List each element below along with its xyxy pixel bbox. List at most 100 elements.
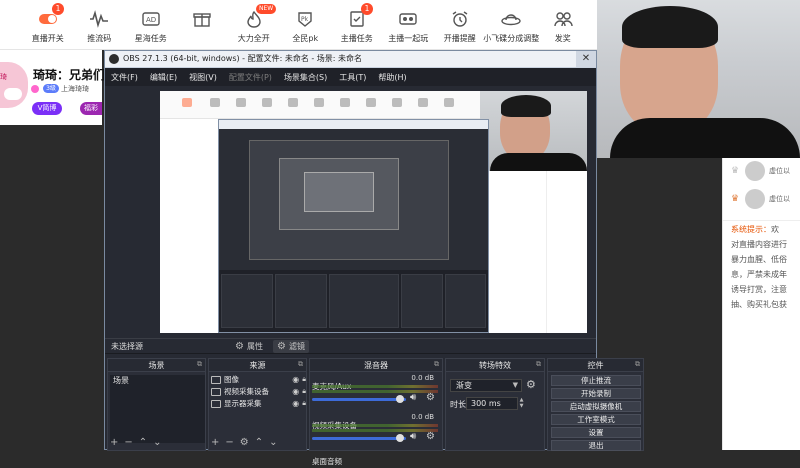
- float-icon[interactable]: ⧉: [197, 360, 202, 369]
- add-icon[interactable]: +: [110, 437, 118, 448]
- speaker-icon[interactable]: 🔊︎: [410, 392, 416, 403]
- speaker-icon[interactable]: 🔊︎: [410, 431, 416, 442]
- obs-window: OBS 27.1.3 (64-bit, windows) - 配置文件: 未命名…: [104, 50, 644, 466]
- start-recording-button[interactable]: 开始录制: [551, 388, 641, 399]
- viewer-row[interactable]: ♛ 虚位以: [731, 186, 800, 212]
- remove-icon[interactable]: −: [124, 437, 132, 448]
- image-icon: [211, 375, 221, 384]
- preview-icon: [418, 98, 428, 107]
- notice-line: 暴力血腥、低俗: [731, 252, 800, 267]
- settings-button[interactable]: 设置: [551, 427, 641, 438]
- source-label: 显示器采集: [224, 399, 262, 408]
- move-down-icon[interactable]: ⌄: [269, 437, 277, 448]
- float-icon[interactable]: ⧉: [434, 360, 439, 369]
- toolbar-item-alarm-clock[interactable]: 开播提醒: [434, 0, 486, 48]
- preview-icon: [210, 98, 220, 107]
- eye-icon[interactable]: ◉: [292, 375, 299, 384]
- notification-badge: 1: [361, 3, 373, 15]
- lock-icon[interactable]: 🔒︎: [302, 399, 306, 408]
- virtual-camera-button[interactable]: 启动虚拟摄像机: [551, 401, 641, 412]
- float-icon[interactable]: ⧉: [298, 360, 303, 369]
- menu-item[interactable]: 编辑(E): [150, 72, 177, 83]
- transition-select[interactable]: 渐变 ▼: [450, 379, 522, 392]
- scene-item[interactable]: 场景: [110, 375, 205, 386]
- toolbar-item-play-together[interactable]: 主播一起玩: [383, 0, 435, 48]
- toolbar-item-pk[interactable]: Pk 全民pk: [280, 0, 332, 48]
- preview-icon: [444, 98, 454, 107]
- dock-title: 来源: [249, 361, 266, 370]
- level-meter: [312, 385, 438, 388]
- toolbar-item-users[interactable]: 发奖: [537, 0, 589, 48]
- preview-icon: [236, 98, 246, 107]
- svg-text:Pk: Pk: [301, 16, 309, 23]
- gear-icon[interactable]: ⚙: [426, 431, 435, 442]
- source-item-display-capture[interactable]: 显示器采集 ◉ 🔒︎: [211, 398, 306, 409]
- float-icon[interactable]: ⧉: [635, 360, 640, 369]
- duration-stepper[interactable]: ▲ ▼: [518, 397, 525, 410]
- volume-knob[interactable]: [396, 434, 404, 442]
- preview-hair: [501, 95, 551, 117]
- filters-button[interactable]: ⚙ 滤镜: [273, 340, 309, 353]
- mixer-channel-video: 视频采集设备 0.0 dB 🔊︎ ⚙: [312, 413, 438, 449]
- remove-icon[interactable]: −: [225, 437, 233, 448]
- duration-label: 时长: [450, 400, 466, 409]
- avatar-tag: 琦: [0, 73, 7, 81]
- sources-dock: 来源 ⧉ 图像 ◉ 🔒︎ 视频采集设备 ◉ 🔒︎ 显示器采集 ◉ 🔒︎ + − …: [208, 358, 307, 451]
- add-icon[interactable]: +: [211, 437, 219, 448]
- volume-slider[interactable]: [312, 398, 406, 401]
- source-item-video-capture[interactable]: 视频采集设备 ◉ 🔒︎: [211, 386, 306, 397]
- anchor-avatar[interactable]: [0, 62, 28, 108]
- gear-icon[interactable]: ⚙: [526, 378, 536, 391]
- menu-item[interactable]: 配置文件(P): [229, 72, 272, 83]
- stop-streaming-button[interactable]: 停止推流: [551, 375, 641, 386]
- toolbar-item-flame[interactable]: 大力全开 NEW: [228, 0, 280, 48]
- gear-icon[interactable]: ⚙: [240, 437, 249, 448]
- lock-icon[interactable]: 🔒︎: [302, 375, 306, 384]
- source-label: 视频采集设备: [224, 387, 269, 396]
- viewer-row[interactable]: ♛ 虚位以: [731, 158, 800, 184]
- toolbar-item-live-toggle[interactable]: 直播开关 1: [22, 0, 74, 48]
- toolbar-label: 开播提醒: [443, 34, 476, 43]
- crown-icon: ♛: [731, 166, 740, 176]
- vip-button[interactable]: V简博: [32, 102, 62, 115]
- filter-icon: ⚙: [277, 341, 286, 352]
- menu-item[interactable]: 工具(T): [339, 72, 366, 83]
- toolbar-item-task-check[interactable]: 主播任务 1: [331, 0, 383, 48]
- source-label: 图像: [224, 375, 239, 384]
- menu-item[interactable]: 视图(V): [189, 72, 217, 83]
- menu-item[interactable]: 文件(F): [111, 72, 138, 83]
- studio-mode-button[interactable]: 工作室模式: [551, 414, 641, 425]
- toolbar-item-ufo[interactable]: 小飞碟分成调整: [483, 0, 539, 48]
- lottery-button[interactable]: 福彩: [80, 102, 102, 115]
- gear-icon[interactable]: ⚙: [426, 392, 435, 403]
- preview-icon: [262, 98, 272, 107]
- exit-button[interactable]: 退出: [551, 440, 641, 451]
- anchor-name: 琦琦：兄弟们: [33, 68, 106, 82]
- move-down-icon[interactable]: ⌄: [153, 437, 161, 448]
- source-item-image[interactable]: 图像 ◉ 🔒︎: [211, 374, 306, 385]
- eye-icon[interactable]: ◉: [292, 387, 299, 396]
- volume-knob[interactable]: [396, 395, 404, 403]
- system-notice: 系统提示：欢 对直播内容进行 暴力血腥、低俗 息，严禁未成年 诱导打赏，注意 抽、购买礼包…: [731, 222, 800, 312]
- volume-slider[interactable]: [312, 437, 406, 440]
- ad-icon: AD: [140, 9, 162, 29]
- preview-icon: [340, 98, 350, 107]
- toolbar-item-gift[interactable]: [177, 0, 229, 48]
- duration-input[interactable]: 300 ms: [466, 397, 518, 410]
- obs-titlebar[interactable]: OBS 27.1.3 (64-bit, windows) - 配置文件: 未命名…: [105, 51, 596, 68]
- properties-button[interactable]: ⚙ 属性: [235, 340, 263, 353]
- preview-body: [490, 153, 587, 171]
- menu-item[interactable]: 场景集合(S): [284, 72, 327, 83]
- move-up-icon[interactable]: ⌃: [255, 437, 263, 448]
- menu-item[interactable]: 帮助(H): [378, 72, 406, 83]
- scene-footer: + − ⌃ ⌄: [110, 437, 162, 448]
- move-up-icon[interactable]: ⌃: [139, 437, 147, 448]
- lock-icon[interactable]: 🔒︎: [302, 387, 306, 396]
- toolbar-item-waveform[interactable]: 推流码: [74, 0, 126, 48]
- close-button[interactable]: ✕: [576, 51, 596, 67]
- eye-icon[interactable]: ◉: [292, 399, 299, 408]
- float-icon[interactable]: ⧉: [536, 360, 541, 369]
- toolbar-item-ad[interactable]: AD 星海任务: [125, 0, 177, 48]
- viewer-avatar: [745, 161, 765, 181]
- obs-preview[interactable]: [160, 91, 587, 333]
